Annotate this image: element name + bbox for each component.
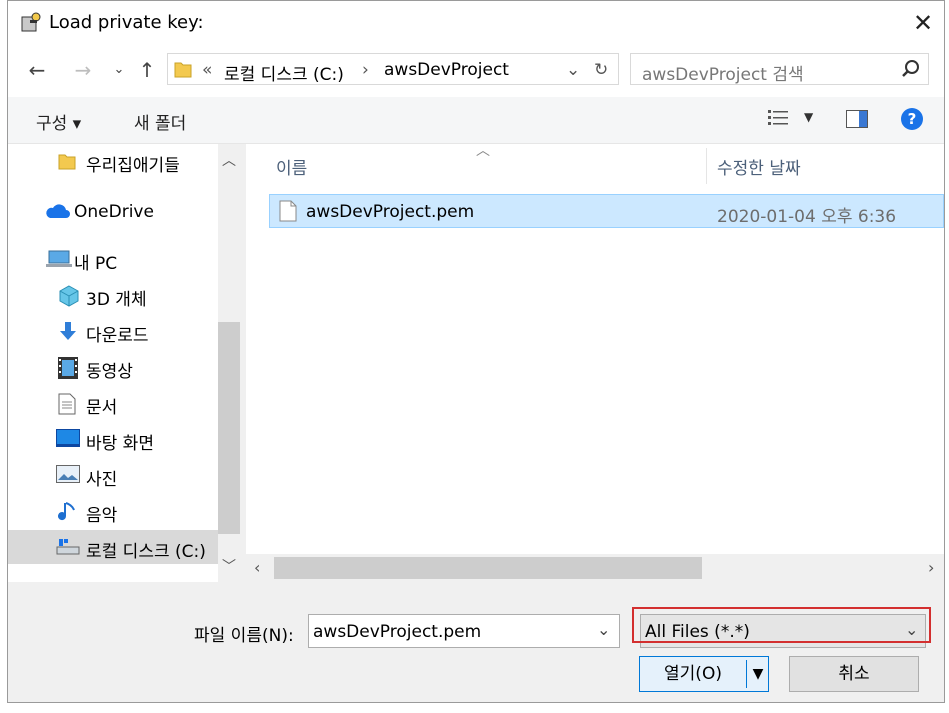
picture-icon (56, 465, 80, 485)
address-dropdown-icon[interactable]: ⌄ (566, 60, 580, 80)
back-arrow-icon[interactable]: ← (22, 55, 52, 85)
svg-text:?: ? (908, 110, 917, 128)
breadcrumb-item-drive[interactable]: 로컬 디스크 (C:) (224, 60, 344, 85)
horizontal-scrollbar[interactable]: ‹ › (246, 554, 944, 582)
folder-icon (58, 151, 78, 171)
scroll-left-arrow-icon[interactable]: ‹ (254, 558, 260, 577)
column-divider[interactable] (706, 148, 707, 184)
sidebar-item-label: 사진 (86, 470, 118, 490)
scroll-up-arrow-icon[interactable]: ︿ (222, 150, 236, 170)
filename-dropdown-icon[interactable]: ⌄ (597, 620, 610, 639)
sidebar-item-downloads[interactable]: 다운로드 (8, 314, 218, 348)
open-button[interactable]: 열기(O) ▼ (639, 656, 769, 692)
view-dropdown-icon[interactable]: ▼ (804, 110, 813, 124)
organize-button[interactable]: 구성 ▾ (36, 109, 81, 134)
sidebar-item-label: 문서 (86, 398, 118, 418)
breadcrumb-overflow[interactable]: « (202, 60, 212, 80)
sidebar-item-label: 내 PC (74, 254, 118, 274)
navigation-bar: ← → ⌄ ↑ « 로컬 디스크 (C:) › awsDevProject ⌄ … (8, 45, 944, 97)
sidebar-item-music[interactable]: 음악 (8, 494, 218, 528)
filename-value: awsDevProject.pem (313, 622, 482, 642)
up-arrow-icon[interactable]: ↑ (132, 55, 162, 85)
sidebar-item-label: 바탕 화면 (86, 434, 154, 454)
file-modified: 2020-01-04 오후 6:36 (717, 207, 897, 227)
folder-icon (174, 59, 192, 84)
file-open-dialog: Load private key: ✕ ← → ⌄ ↑ « 로컬 디스크 (C:… (7, 0, 945, 703)
help-icon[interactable]: ? (900, 107, 924, 135)
sidebar-item-local-disk[interactable]: 로컬 디스크 (C:) (8, 530, 218, 564)
toolbar: 구성 ▾ 새 폴더 ▼ ? (8, 97, 944, 144)
title-bar: Load private key: ✕ (8, 1, 944, 45)
recent-locations-chevron-icon[interactable]: ⌄ (104, 55, 134, 85)
filename-input[interactable]: awsDevProject.pem ⌄ (308, 614, 620, 648)
cloud-icon (44, 202, 70, 222)
drive-icon (56, 537, 80, 557)
dialog-footer: 파일 이름(N): awsDevProject.pem ⌄ All Files … (8, 582, 944, 702)
search-icon[interactable] (901, 59, 921, 83)
search-box[interactable]: awsDevProject 검색 (630, 53, 929, 85)
music-icon (58, 501, 78, 521)
file-list-pane: ︿ 이름 수정한 날짜 awsDevProject.pem 2020-01-04… (246, 143, 944, 582)
cancel-button[interactable]: 취소 (789, 656, 919, 692)
sidebar-item-pictures[interactable]: 사진 (8, 458, 218, 492)
refresh-icon[interactable]: ↻ (594, 60, 608, 80)
file-name: awsDevProject.pem (306, 202, 475, 222)
column-header-modified[interactable]: 수정한 날짜 (717, 154, 801, 179)
sidebar-item-3d-objects[interactable]: 3D 개체 (8, 278, 218, 312)
highlight-outline (632, 607, 931, 643)
sidebar-item-label: 우리집애기들 (86, 156, 180, 176)
open-dropdown-icon[interactable]: ▼ (748, 657, 768, 691)
column-header-name[interactable]: 이름 (276, 154, 307, 179)
sidebar-item-onedrive[interactable]: OneDrive (8, 195, 218, 229)
forward-arrow-icon[interactable]: → (68, 55, 98, 85)
sidebar-item-documents[interactable]: 문서 (8, 386, 218, 420)
download-icon (58, 321, 78, 341)
window-title: Load private key: (49, 12, 204, 33)
navigation-pane: 우리집애기들 OneDrive 내 PC 3D 개체 다운로드 동영상 문서 바… (8, 144, 240, 582)
sidebar-item-label: OneDrive (74, 202, 154, 222)
desktop-icon (56, 429, 80, 449)
preview-pane-icon[interactable] (846, 110, 868, 132)
search-placeholder: awsDevProject 검색 (642, 65, 804, 85)
document-icon (58, 393, 78, 415)
scroll-right-arrow-icon[interactable]: › (928, 558, 934, 577)
cube-icon (58, 285, 79, 307)
sidebar-item-label: 동영상 (86, 362, 133, 382)
sidebar-item-this-pc[interactable]: 내 PC (8, 242, 218, 276)
breadcrumb-chevron-icon[interactable]: › (362, 60, 369, 80)
sort-indicator-icon: ︿ (476, 143, 490, 159)
sidebar-item-label: 로컬 디스크 (C:) (86, 542, 206, 562)
scrollbar-thumb[interactable] (218, 322, 240, 534)
close-button[interactable]: ✕ (906, 7, 940, 39)
split-divider (746, 660, 747, 688)
sidebar-item-videos[interactable]: 동영상 (8, 350, 218, 384)
file-row[interactable]: awsDevProject.pem 2020-01-04 오후 6:36 (269, 194, 944, 228)
breadcrumb-item-folder[interactable]: awsDevProject (384, 60, 509, 80)
sidebar-item-label: 음악 (86, 506, 118, 526)
sidebar-item-family[interactable]: 우리집애기들 (8, 144, 218, 178)
putty-key-icon (21, 11, 43, 33)
sidebar-item-desktop[interactable]: 바탕 화면 (8, 422, 218, 456)
sidebar-item-label: 다운로드 (86, 326, 149, 346)
navigation-scrollbar[interactable]: ︿ ﹀ (218, 144, 240, 582)
address-bar[interactable]: « 로컬 디스크 (C:) › awsDevProject ⌄ ↻ (167, 53, 619, 85)
filename-label: 파일 이름(N): (194, 626, 294, 646)
new-folder-button[interactable]: 새 폴더 (134, 109, 186, 134)
file-icon (279, 200, 297, 226)
video-icon (58, 357, 78, 379)
sidebar-item-label: 3D 개체 (86, 290, 147, 310)
scroll-down-arrow-icon[interactable]: ﹀ (222, 556, 236, 576)
open-label: 열기(O) (664, 664, 722, 684)
view-options-icon[interactable] (768, 109, 790, 131)
hscroll-thumb[interactable] (274, 557, 702, 579)
computer-icon (46, 249, 72, 269)
